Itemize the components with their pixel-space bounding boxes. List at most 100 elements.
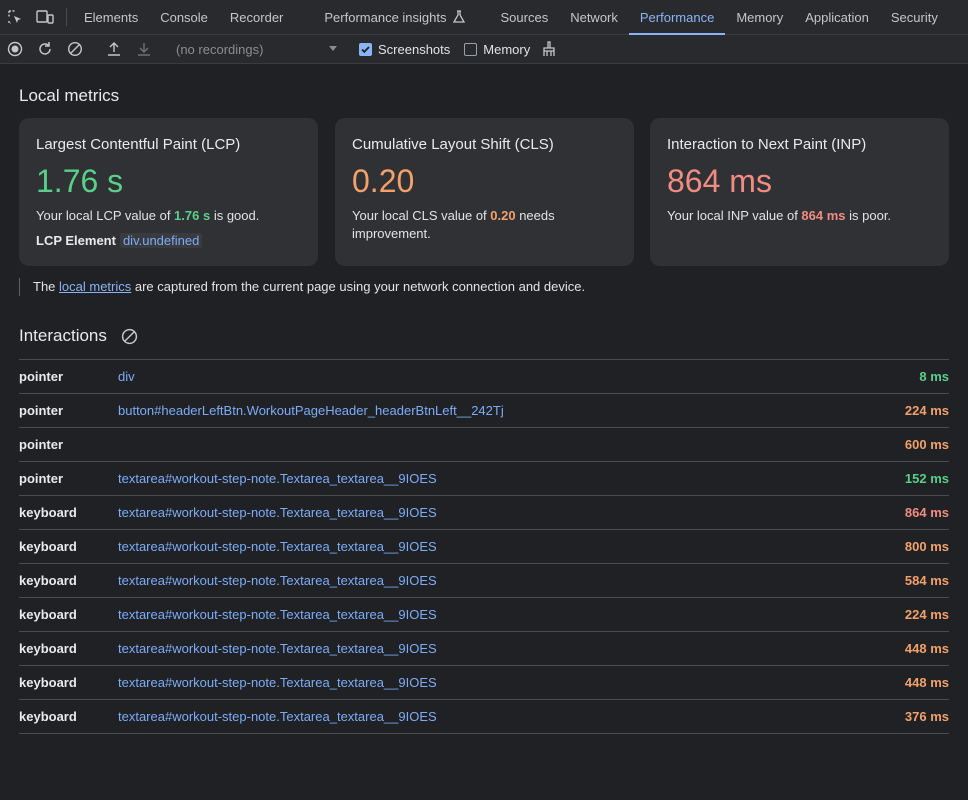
- inp-desc-rating: is poor.: [845, 208, 892, 223]
- interaction-row[interactable]: keyboard textarea#workout-step-note.Texta…: [19, 496, 949, 530]
- tab-network[interactable]: Network: [559, 0, 629, 34]
- interaction-target-link[interactable]: textarea#workout-step-note.Textarea_text…: [118, 675, 905, 690]
- interaction-row[interactable]: pointer div 8 ms: [19, 360, 949, 394]
- interactions-heading: Interactions: [19, 326, 107, 345]
- dropdown-arrow-icon: [329, 46, 337, 51]
- cls-title: Cumulative Layout Shift (CLS): [352, 136, 554, 153]
- interaction-row[interactable]: keyboard textarea#workout-step-note.Texta…: [19, 530, 949, 564]
- interaction-type: keyboard: [19, 573, 77, 588]
- tab-memory[interactable]: Memory: [725, 0, 794, 34]
- load-profile-button[interactable]: [99, 35, 129, 63]
- device-toolbar-icon[interactable]: [30, 0, 60, 34]
- interaction-duration: 8 ms: [919, 369, 949, 384]
- interaction-type: keyboard: [19, 675, 77, 690]
- interaction-type: pointer: [19, 369, 64, 384]
- interaction-duration: 600 ms: [904, 437, 949, 452]
- interactions-header: Interactions: [19, 326, 138, 346]
- lcp-element-label: LCP Element: [36, 233, 116, 248]
- cls-description: Your local CLS value of 0.20 needs impro…: [352, 207, 617, 243]
- interaction-row[interactable]: keyboard textarea#workout-step-note.Texta…: [19, 666, 949, 700]
- cls-desc-text: Your local CLS value of: [352, 208, 491, 223]
- interaction-target-link[interactable]: textarea#workout-step-note.Textarea_text…: [118, 709, 905, 724]
- cls-card: Cumulative Layout Shift (CLS) 0.20 Your …: [335, 118, 634, 266]
- lcp-value: 1.76 s: [36, 163, 124, 199]
- interaction-duration: 584 ms: [904, 573, 949, 588]
- clear-icon: [67, 41, 83, 57]
- tab-performance-insights[interactable]: Performance insights: [294, 0, 476, 34]
- inspect-element-icon[interactable]: [0, 0, 30, 34]
- interaction-target-link[interactable]: button#headerLeftBtn.WorkoutPageHeader_h…: [118, 403, 905, 418]
- flask-icon: [452, 10, 465, 23]
- interactions-list: pointer div 8 ms pointer button#headerLeftBt…: [19, 359, 949, 734]
- tab-performance[interactable]: Performance: [628, 0, 726, 35]
- interaction-target-link[interactable]: textarea#workout-step-note.Textarea_text…: [118, 573, 905, 588]
- upload-icon: [108, 42, 120, 56]
- memory-label: Memory: [483, 41, 531, 57]
- interaction-duration: 224 ms: [904, 607, 949, 622]
- interaction-duration: 864 ms: [904, 505, 949, 520]
- tab-sources[interactable]: Sources: [477, 0, 560, 34]
- interaction-type: pointer: [19, 471, 64, 486]
- interaction-target-link[interactable]: textarea#workout-step-note.Textarea_text…: [118, 607, 905, 622]
- interaction-type: keyboard: [19, 641, 77, 656]
- tab-security[interactable]: Security: [880, 0, 949, 34]
- interaction-duration: 800 ms: [904, 539, 949, 554]
- interaction-row[interactable]: keyboard textarea#workout-step-note.Texta…: [19, 598, 949, 632]
- interaction-target-link[interactable]: textarea#workout-step-note.Textarea_text…: [118, 505, 905, 520]
- save-profile-button[interactable]: [129, 35, 159, 63]
- record-icon: [7, 41, 23, 57]
- tab-application[interactable]: Application: [794, 0, 880, 34]
- clear-button[interactable]: [60, 35, 90, 63]
- tab-label: Performance insights: [324, 9, 447, 25]
- tab-elements[interactable]: Elements: [73, 0, 149, 34]
- interaction-duration: 224 ms: [904, 403, 949, 418]
- interaction-row[interactable]: keyboard textarea#workout-step-note.Texta…: [19, 632, 949, 666]
- interaction-row[interactable]: keyboard textarea#workout-step-note.Texta…: [19, 700, 949, 734]
- recordings-select[interactable]: (no recordings): [168, 42, 344, 57]
- cls-value: 0.20: [352, 163, 415, 199]
- interaction-duration: 376 ms: [904, 709, 949, 724]
- interaction-target-link[interactable]: textarea#workout-step-note.Textarea_text…: [118, 539, 905, 554]
- inp-title: Interaction to Next Paint (INP): [667, 136, 867, 153]
- interaction-row[interactable]: pointer textarea#workout-step-note.Textar…: [19, 462, 949, 496]
- inp-desc-text: Your local INP value of: [667, 208, 802, 223]
- collect-garbage-button[interactable]: [534, 35, 564, 63]
- tab-console[interactable]: Console: [149, 0, 219, 34]
- interaction-target-link[interactable]: textarea#workout-step-note.Textarea_text…: [118, 641, 905, 656]
- interaction-duration: 152 ms: [904, 471, 949, 486]
- reload-icon: [39, 42, 51, 55]
- recordings-select-value: (no recordings): [176, 41, 264, 57]
- interaction-target-link[interactable]: textarea#workout-step-note.Textarea_text…: [118, 471, 905, 486]
- inp-value: 864 ms: [667, 163, 772, 199]
- tab-recorder[interactable]: Recorder: [219, 0, 294, 34]
- interaction-duration: 448 ms: [904, 641, 949, 656]
- lcp-description: Your local LCP value of 1.76 s is good.: [36, 207, 301, 225]
- lcp-element-node-link[interactable]: div.undefined: [119, 233, 203, 248]
- reload-button[interactable]: [30, 35, 60, 63]
- interaction-row[interactable]: keyboard textarea#workout-step-note.Texta…: [19, 564, 949, 598]
- interaction-row[interactable]: pointer 600 ms: [19, 428, 949, 462]
- lcp-desc-text: Your local LCP value of: [36, 208, 175, 223]
- memory-checkbox[interactable]: Memory: [464, 42, 530, 57]
- lcp-element: LCP Element div.undefined: [36, 233, 301, 248]
- inp-card: Interaction to Next Paint (INP) 864 ms Y…: [650, 118, 949, 266]
- lcp-desc-value: 1.76 s: [174, 208, 211, 223]
- clear-interactions-button[interactable]: [121, 328, 138, 345]
- interaction-row[interactable]: pointer button#headerLeftBtn.WorkoutPageH…: [19, 394, 949, 428]
- interaction-duration: 448 ms: [904, 675, 949, 690]
- record-button[interactable]: [0, 35, 30, 63]
- performance-toolbar: (no recordings) Screenshots Memory: [0, 35, 968, 64]
- local-metrics-heading: Local metrics: [19, 86, 120, 105]
- inp-description: Your local INP value of 864 ms is poor.: [667, 207, 932, 225]
- inp-desc-value: 864 ms: [801, 208, 846, 223]
- interaction-type: keyboard: [19, 709, 77, 724]
- download-icon: [138, 43, 150, 56]
- interaction-target-link[interactable]: div: [118, 369, 919, 384]
- interaction-type: pointer: [19, 437, 64, 452]
- screenshots-checkbox[interactable]: Screenshots: [359, 42, 450, 57]
- interaction-type: keyboard: [19, 607, 77, 622]
- lcp-title: Largest Contentful Paint (LCP): [36, 136, 241, 153]
- local-metrics-link[interactable]: local metrics: [59, 279, 131, 294]
- interaction-type: pointer: [19, 403, 64, 418]
- interaction-type: keyboard: [19, 505, 77, 520]
